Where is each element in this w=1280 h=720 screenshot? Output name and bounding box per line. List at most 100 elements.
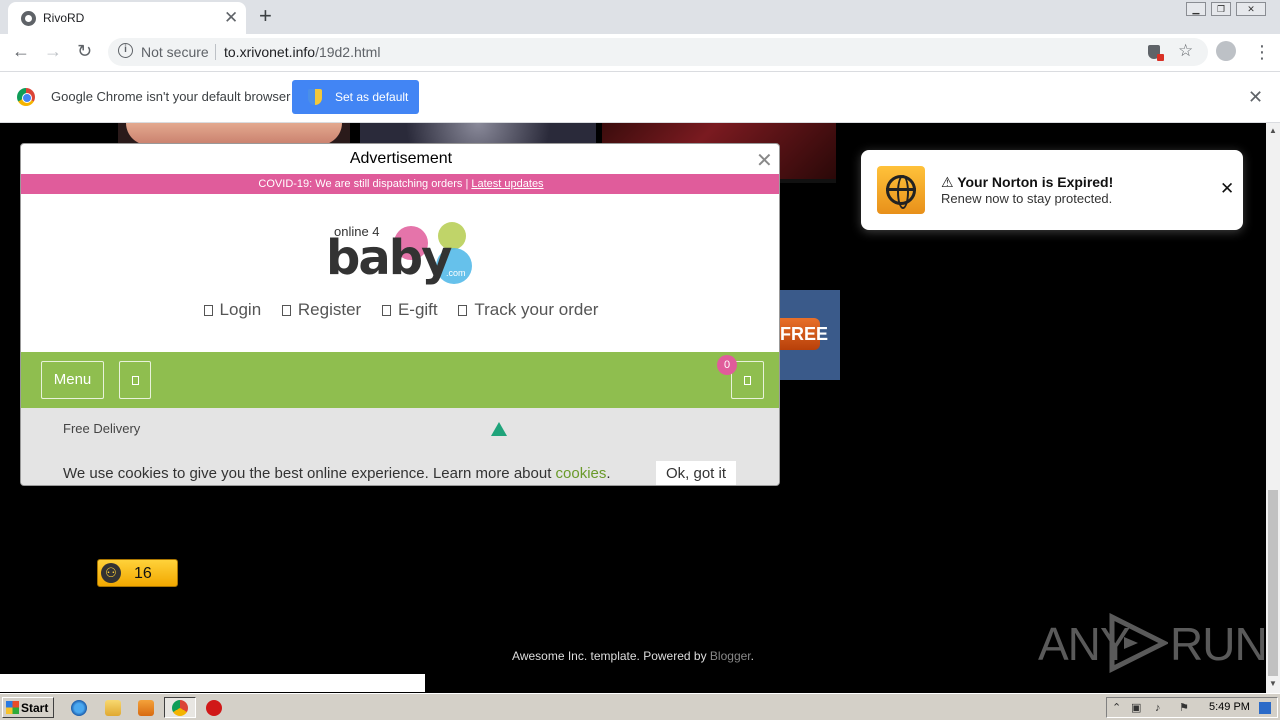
scroll-up-arrow-icon[interactable]: ▲ [1269,126,1277,135]
windows-taskbar: Start ⌃ ▣ ♪ ⚑ 5:49 PM [0,693,1280,720]
online4baby-logo[interactable]: online 4 baby .com [326,222,476,286]
bookmark-star-icon[interactable]: ☆ [1178,41,1193,61]
restore-button[interactable]: ❐ [1211,2,1231,16]
latest-updates-link[interactable]: Latest updates [471,178,543,190]
blocked-content-icon[interactable] [1148,45,1164,61]
tab-title: RivoRD [43,11,85,25]
scroll-down-arrow-icon[interactable]: ▼ [1269,679,1277,688]
norton-expired-toast[interactable]: ⚠ Your Norton is Expired! Renew now to s… [861,150,1243,230]
nav-track-label: Track your order [474,300,599,319]
url-path: /19d2.html [315,44,381,60]
promo-triangle-icon [491,422,507,436]
free-banner-label: FREE [780,318,828,350]
reload-icon[interactable]: ↻ [77,41,92,62]
promo-strip: Free Delivery We use cookies to give you… [21,408,779,485]
search-button[interactable] [119,361,151,399]
profile-avatar-icon[interactable] [1216,41,1236,61]
info-icon[interactable]: i [118,43,133,58]
counter-value: 16 [134,565,152,582]
cookies-link[interactable]: cookies [556,465,607,482]
volume-icon[interactable]: ♪ [1155,702,1167,714]
norton-title: ⚠ Your Norton is Expired! [941,174,1114,190]
menu-button[interactable]: Menu [41,361,104,399]
internet-explorer-icon[interactable] [71,700,87,716]
set-as-default-button[interactable]: Set as default [292,80,419,114]
counter-badge[interactable]: ⚇ 16 [97,559,178,587]
nav-egift[interactable]: E-gift [381,300,438,319]
flag-icon[interactable]: ⚑ [1179,702,1191,714]
truck-icon [458,305,468,316]
chrome-logo-icon [17,88,35,106]
advertisement-popup: Advertisement ✕ COVID-19: We are still d… [20,143,780,486]
network-icon[interactable]: ▣ [1131,702,1143,714]
nav-egift-label: E-gift [397,300,438,319]
menu-kebab-icon[interactable]: ⋮ [1253,42,1271,63]
thumbnail-image[interactable] [118,123,350,145]
folder-icon[interactable] [105,700,121,716]
globe-icon [21,11,36,26]
cart-icon [744,376,751,385]
cart-count-badge: 0 [717,355,737,375]
ok-got-it-button[interactable]: Ok, got it [656,461,736,485]
start-button[interactable]: Start [2,697,54,718]
security-label[interactable]: Not secure [141,44,209,60]
default-browser-infobar: Google Chrome isn't your default browser… [0,72,1280,123]
footer-text: Awesome Inc. template. Powered by [512,649,710,663]
forward-arrow-icon[interactable]: → [44,41,62,62]
cookie-end: . [606,465,611,482]
start-label: Start [21,701,49,715]
infobar-message: Google Chrome isn't your default browser [51,89,291,104]
norton-logo-icon [877,166,925,214]
norton-close-icon[interactable]: ✕ [1220,179,1234,199]
search-icon [132,376,139,385]
gift-icon [381,305,391,316]
cookie-text: We use cookies to give you the best onli… [63,465,556,482]
show-desktop-icon[interactable] [1259,702,1271,714]
tab-strip: RivoRD ✕ + ▁ ❐ ✕ [0,0,1280,34]
browser-toolbar: ← → ↻ i Not secure to.xrivonet.info/19d2… [0,34,1280,72]
site-header-bar: Menu 0 [21,352,779,408]
minimize-button[interactable]: ▁ [1186,2,1206,16]
address-bar[interactable]: i Not secure to.xrivonet.info/19d2.html … [108,38,1208,66]
free-banner[interactable]: FREE [780,290,840,380]
opera-icon[interactable] [206,700,222,716]
anyrun-watermark: ANY RUN [1038,609,1266,673]
window-close-button[interactable]: ✕ [1236,2,1266,16]
chrome-icon [172,700,188,716]
thumbnail-image[interactable] [360,123,596,145]
page-content: FREE Advertisement ✕ COVID-19: We are st… [0,123,1266,693]
register-icon [281,305,291,316]
ad-title: Advertisement [349,150,453,167]
nav-login-label: Login [219,300,262,319]
url-host: to.xrivonet.info [224,44,316,60]
tray-expand-icon[interactable]: ⌃ [1112,702,1124,714]
browser-tab[interactable]: RivoRD ✕ [8,2,246,34]
covid-banner: COVID-19: We are still dispatching order… [21,174,779,194]
cookie-notice: We use cookies to give you the best onli… [63,465,611,482]
account-nav: Login Register E-gift Track your order [21,300,779,320]
white-strip [0,674,425,692]
new-tab-button[interactable]: + [259,3,272,29]
walker-icon: ⚇ [101,563,121,583]
tab-close-icon[interactable]: ✕ [224,8,238,28]
ad-close-icon[interactable]: ✕ [756,148,773,173]
scrollbar-thumb[interactable] [1268,490,1278,676]
clock[interactable]: 5:49 PM [1209,701,1250,713]
logo-suffix: .com [446,268,466,278]
nav-track-order[interactable]: Track your order [458,300,598,319]
divider [215,44,216,60]
footer-end: . [750,649,754,663]
taskbar-chrome-button[interactable] [164,697,196,718]
blogger-link[interactable]: Blogger [710,649,751,663]
back-arrow-icon[interactable]: ← [12,41,30,62]
nav-login[interactable]: Login [203,300,262,319]
media-player-icon[interactable] [138,700,154,716]
logo-big-text: baby [326,230,452,286]
free-delivery-text: Free Delivery [63,421,141,436]
windows-logo-icon [6,701,19,714]
nav-register[interactable]: Register [281,300,361,319]
infobar-close-icon[interactable]: ✕ [1248,87,1263,108]
covid-text: COVID-19: We are still dispatching order… [258,178,472,190]
uac-shield-icon [308,89,322,105]
url-text[interactable]: to.xrivonet.info/19d2.html [224,44,380,60]
